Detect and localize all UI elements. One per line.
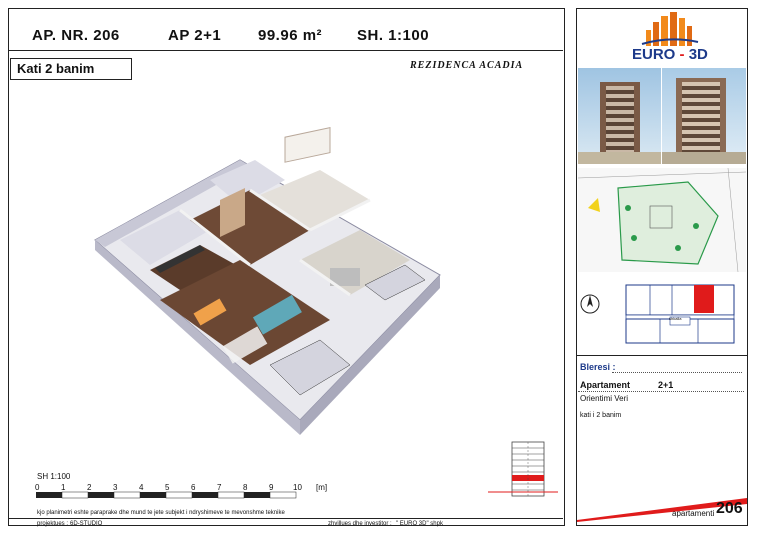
scale-unit: [m] xyxy=(316,483,328,492)
projektues-value: 6D-STUDIO xyxy=(70,521,103,527)
scale-tick: 3 xyxy=(113,483,118,492)
header-divider xyxy=(8,50,563,51)
scale-tick: 6 xyxy=(191,483,196,492)
apartment-area: 99.96 m² xyxy=(258,27,323,44)
logo-brand-left: EURO xyxy=(632,46,676,63)
scale-tick: 8 xyxy=(243,483,248,492)
logo-brand-right: 3D xyxy=(688,46,708,63)
north-arrow-icon xyxy=(580,294,600,314)
scale-tick: 9 xyxy=(269,483,274,492)
apartment-type-info: 2+1 xyxy=(658,380,674,390)
scale-tick: 4 xyxy=(139,483,144,492)
highlighted-apartment xyxy=(694,285,714,313)
logo-brand-sep: - xyxy=(679,46,685,63)
building-render-photo xyxy=(578,68,661,164)
scale-tick: 0 xyxy=(35,483,40,492)
isometric-floor-plan xyxy=(94,127,441,435)
projektues-label: projektues : xyxy=(37,521,69,527)
scale-tick: 10 xyxy=(293,483,302,492)
project-name: REZIDENCA ACADIA xyxy=(410,60,524,71)
key-plan-label: shkalla xyxy=(669,316,682,321)
euro3d-logo-icon xyxy=(641,12,699,46)
bed-1 xyxy=(284,127,331,163)
footer-divider xyxy=(8,518,563,519)
info-divider xyxy=(576,355,748,356)
apartment-type: AP 2+1 xyxy=(168,27,222,44)
orientation-text: Orientimi Veri xyxy=(580,394,629,403)
building-render-photo xyxy=(662,68,746,164)
apartment-word: apartamenti xyxy=(672,509,715,518)
investitor-value: " EURO 3D" shpk xyxy=(396,521,443,527)
scale-tick: 7 xyxy=(217,483,222,492)
bleresi-dotted-line xyxy=(612,372,742,373)
floor-label: Kati 2 banim xyxy=(17,61,95,76)
scale-tick: 1 xyxy=(61,483,66,492)
floor-info-text: kati i 2 banim xyxy=(580,412,622,419)
scale-tick: 5 xyxy=(165,483,170,492)
apartment-number: AP. NR. 206 xyxy=(32,27,120,44)
site-plan xyxy=(578,168,746,272)
scale-label: SH 1:100 xyxy=(37,472,71,481)
logo-wordmark: EURO - 3D xyxy=(632,46,708,63)
apartment-dotted-line xyxy=(578,391,744,392)
building-section-diagram xyxy=(488,441,558,497)
scale-bar xyxy=(36,491,297,499)
floor-label-box: Kati 2 banim xyxy=(10,58,132,80)
drawing-scale: SH. 1:100 xyxy=(357,27,430,44)
disclaimer-note: kjo planimetri eshte paraprake dhe mund … xyxy=(37,510,285,516)
apartment-number-large: 206 xyxy=(716,500,743,517)
apartment-label: Apartament xyxy=(580,380,631,390)
floor-key-plan xyxy=(625,284,735,344)
scale-tick: 2 xyxy=(87,483,92,492)
bleresi-label: Bleresi : xyxy=(580,362,616,372)
investitor-label: zhvillues dhe investitor : xyxy=(328,521,392,527)
